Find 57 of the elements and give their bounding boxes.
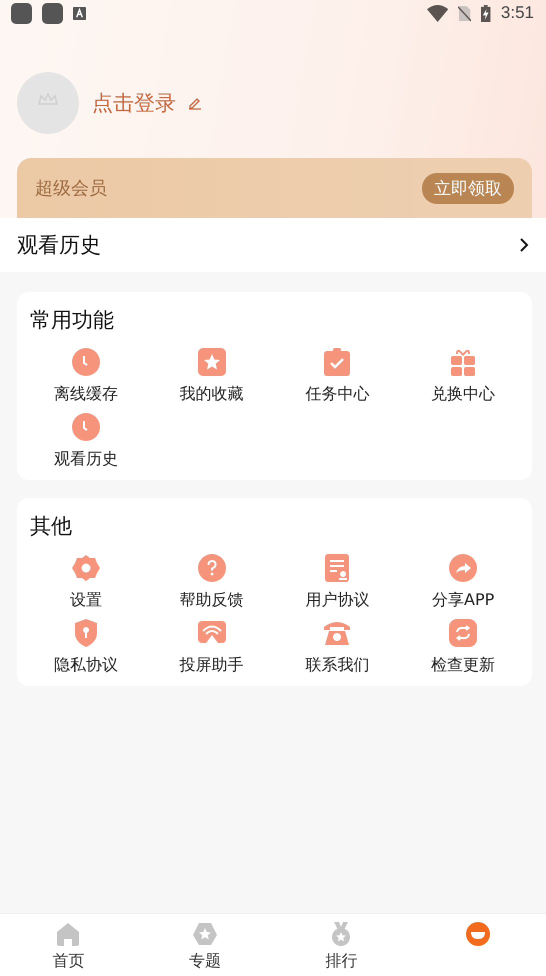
menu-item[interactable]: 离线缓存	[23, 348, 149, 405]
menu-item-label: 设置	[70, 590, 102, 611]
chevron-right-icon	[519, 237, 529, 253]
share-icon	[449, 554, 478, 582]
menu-item[interactable]: 设置	[23, 554, 149, 611]
clock-icon	[72, 413, 100, 441]
checklist-icon	[323, 348, 352, 376]
gift-icon	[449, 348, 478, 376]
menu-item[interactable]: 任务中心	[274, 348, 400, 405]
menu-item[interactable]: 我的收藏	[148, 348, 274, 405]
notification-icon	[42, 2, 63, 24]
login-link[interactable]: 点击登录	[92, 89, 176, 117]
menu-item-label: 检查更新	[431, 655, 496, 676]
menu-item-label: 投屏助手	[180, 655, 244, 676]
keyboard-icon	[73, 6, 86, 20]
menu-item-label: 联系我们	[305, 655, 370, 676]
menu-item-label: 观看历史	[54, 449, 118, 470]
tab[interactable]: 排行	[273, 914, 410, 976]
notification-icon	[11, 2, 32, 24]
tab[interactable]: 首页	[0, 914, 136, 976]
menu-item-label: 兑换中心	[431, 384, 496, 405]
tab[interactable]: 专题	[136, 914, 273, 976]
menu-item[interactable]: 投屏助手	[148, 619, 274, 676]
help-icon	[198, 554, 226, 582]
wifi-icon	[427, 4, 448, 22]
home-icon	[56, 922, 80, 946]
menu-item-label: 离线缓存	[54, 384, 118, 405]
menu-item-label: 任务中心	[305, 384, 370, 405]
menu-item-label: 分享APP	[432, 590, 494, 611]
history-label: 观看历史	[17, 232, 101, 259]
menu-item[interactable]: 帮助反馈	[148, 554, 274, 611]
star-badge-icon	[192, 922, 217, 946]
battery-charging-icon	[481, 4, 491, 22]
status-time: 3:51	[500, 3, 534, 23]
edit-icon[interactable]	[188, 96, 202, 110]
refresh-icon	[449, 619, 478, 647]
profile-icon	[466, 922, 490, 946]
menu-item[interactable]: 联系我们	[274, 619, 400, 676]
document-icon	[323, 554, 352, 582]
menu-item-label: 隐私协议	[54, 655, 118, 676]
section-title: 其他	[29, 513, 73, 540]
vip-title: 超级会员	[35, 177, 107, 200]
settings-icon	[72, 554, 100, 582]
menu-item[interactable]: 兑换中心	[400, 348, 526, 405]
menu-item[interactable]: 检查更新	[400, 619, 526, 676]
menu-item-label: 用户协议	[305, 590, 370, 611]
menu-item-label: 帮助反馈	[180, 590, 244, 611]
telephone-icon	[323, 619, 352, 647]
menu-item[interactable]: 分享APP	[400, 554, 526, 611]
no-sim-icon	[458, 4, 472, 22]
menu-item[interactable]: 观看历史	[23, 413, 149, 470]
menu-item[interactable]: 用户协议	[274, 554, 400, 611]
history-row[interactable]: 观看历史	[0, 218, 546, 272]
menu-item[interactable]: 隐私协议	[23, 619, 149, 676]
section-title: 常用功能	[29, 307, 115, 334]
clock-icon	[72, 348, 100, 376]
menu-item-label: 我的收藏	[180, 384, 244, 405]
